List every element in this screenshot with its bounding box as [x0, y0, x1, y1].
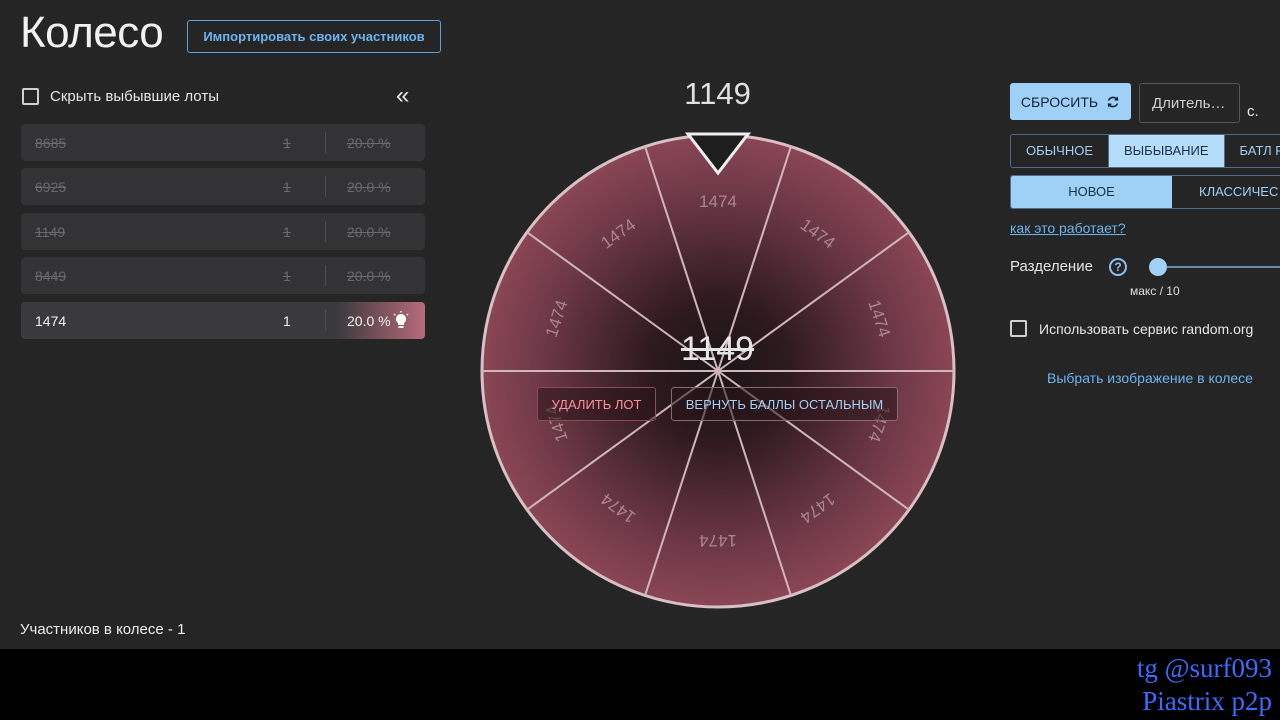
submode-selector[interactable]: НОВОЕ КЛАССИЧЕС: [1010, 175, 1280, 209]
lot-name: 6925: [35, 178, 67, 195]
reset-button[interactable]: СБРОСИТЬ: [1010, 83, 1131, 120]
lot-amount[interactable]: 1: [283, 135, 291, 151]
hide-eliminated-toggle[interactable]: Скрыть выбывшие лоты: [22, 88, 219, 105]
hide-eliminated-checkbox[interactable]: [22, 88, 39, 105]
lot-divider: [325, 221, 326, 242]
submode-classic[interactable]: КЛАССИЧЕС: [1172, 176, 1278, 208]
delete-lot-button[interactable]: УДАЛИТЬ ЛОТ: [537, 387, 656, 421]
mode-normal[interactable]: ОБЫЧНОЕ: [1011, 135, 1109, 167]
wheel-center-label: 1149: [680, 330, 755, 368]
lot-row[interactable]: 6925 1 20.0 %: [21, 168, 425, 205]
lot-amount[interactable]: 1: [283, 224, 291, 240]
mode-battle[interactable]: БАТЛ Р: [1225, 135, 1280, 167]
lot-divider: [325, 176, 326, 197]
submode-new[interactable]: НОВОЕ: [1011, 176, 1172, 208]
hide-eliminated-label: Скрыть выбывшие лоты: [50, 88, 219, 105]
footer-bar: [0, 649, 1280, 720]
return-points-button[interactable]: ВЕРНУТЬ БАЛЛЫ ОСТАЛЬНЫМ: [671, 387, 898, 421]
lot-row[interactable]: 8685 1 20.0 %: [21, 124, 425, 161]
wheel-segment-label: 1474: [699, 531, 737, 550]
wheel-segment-label: 1474: [699, 192, 737, 211]
lot-percent: 20.0 %: [347, 134, 391, 151]
lot-amount[interactable]: 1: [283, 179, 291, 195]
split-slider-thumb[interactable]: [1149, 258, 1167, 276]
mode-elimination[interactable]: ВЫБЫВАНИЕ: [1109, 135, 1225, 167]
page-title: Колесо: [20, 8, 164, 57]
watermark-line-1: tg @surf093: [1136, 653, 1272, 683]
winner-label: 1149: [684, 76, 751, 111]
lot-percent: 20.0 %: [347, 267, 391, 284]
lot-percent: 20.0 %: [347, 223, 391, 240]
watermark-line-2: Piastrix p2p: [1142, 686, 1272, 716]
mode-selector[interactable]: ОБЫЧНОЕ ВЫБЫВАНИЕ БАТЛ Р: [1010, 134, 1280, 168]
random-org-label: Использовать сервис random.org: [1039, 320, 1254, 337]
lot-name: 8449: [35, 267, 67, 284]
lightbulb-icon[interactable]: [391, 311, 411, 331]
lot-name: 8685: [35, 134, 67, 151]
random-org-checkbox[interactable]: [1010, 320, 1027, 337]
split-slider-track[interactable]: [1158, 266, 1280, 268]
split-label: Разделение: [1010, 258, 1093, 275]
choose-image-link[interactable]: Выбрать изображение в колесе: [1047, 370, 1253, 386]
lot-name: 1149: [35, 223, 66, 240]
lot-divider: [325, 310, 326, 331]
lot-amount[interactable]: 1: [283, 313, 291, 329]
lot-name: 1474: [35, 312, 67, 329]
lot-row[interactable]: 8449 1 20.0 %: [21, 257, 425, 294]
wheel[interactable]: 1474147414741474147414741474147414741474: [478, 131, 958, 611]
lot-row-active[interactable]: 1474 1 20.0 %: [21, 302, 425, 339]
lot-percent: 20.0 %: [347, 178, 391, 195]
import-participants-button[interactable]: Импортировать своих участников: [187, 20, 441, 53]
reset-label: СБРОСИТЬ: [1020, 93, 1099, 110]
lot-divider: [325, 132, 326, 153]
lot-row[interactable]: 1149 1 20.0 %: [21, 213, 425, 250]
help-icon[interactable]: ?: [1109, 258, 1127, 276]
lot-amount[interactable]: 1: [283, 268, 291, 284]
lot-percent: 20.0 %: [347, 312, 391, 329]
how-it-works-link[interactable]: как это работает?: [1010, 220, 1126, 236]
lot-divider: [325, 265, 326, 286]
random-org-toggle[interactable]: Использовать сервис random.org: [1010, 320, 1253, 337]
seconds-unit: с.: [1247, 103, 1259, 120]
duration-input[interactable]: Длитель…: [1139, 83, 1240, 123]
collapse-sidebar-icon[interactable]: «: [396, 82, 409, 110]
split-max-label: макс / 10: [1130, 284, 1180, 298]
participants-count: Участников в колесе - 1: [20, 621, 186, 638]
refresh-icon: [1107, 96, 1119, 107]
